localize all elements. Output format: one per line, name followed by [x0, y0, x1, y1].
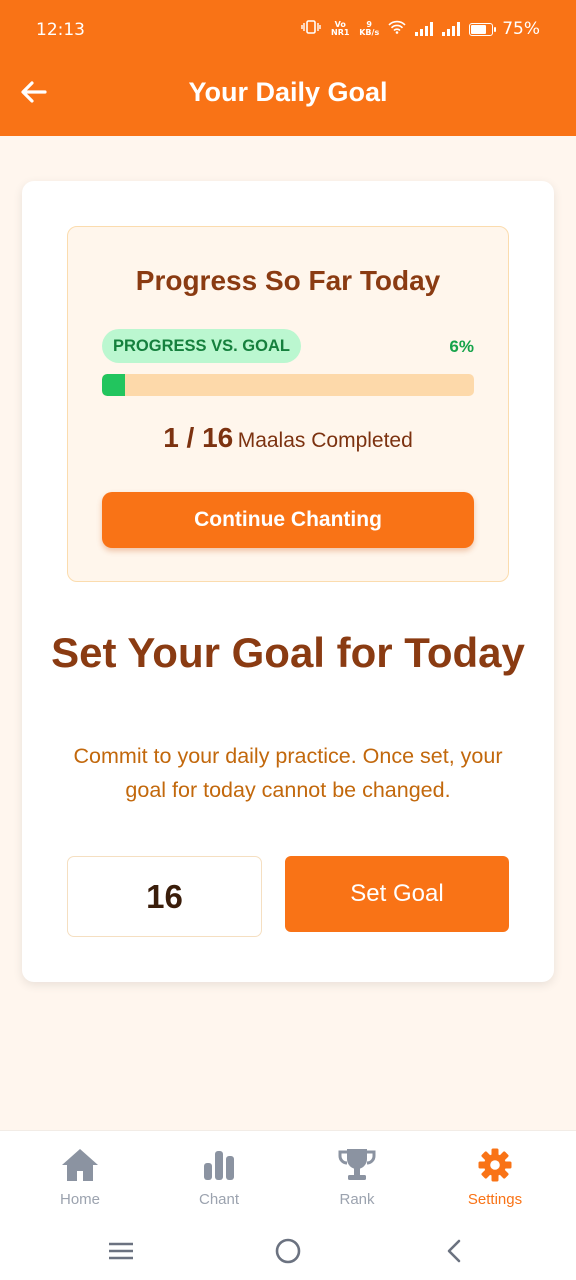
- nav-chant[interactable]: Chant: [159, 1143, 279, 1208]
- progress-bar: [102, 374, 474, 396]
- set-goal-button[interactable]: Set Goal: [285, 856, 509, 932]
- nav-settings[interactable]: Settings: [435, 1143, 555, 1208]
- nav-chant-label: Chant: [198, 1191, 240, 1208]
- nav-rank[interactable]: Rank: [297, 1143, 417, 1208]
- maalas-count-value: 1 / 16: [163, 422, 234, 453]
- network-badge: Vo NR1: [331, 20, 350, 37]
- nav-home[interactable]: Home: [20, 1143, 140, 1208]
- progress-vs-goal-badge: PROGRESS VS. GOAL: [102, 329, 301, 363]
- data-speed-unit: KB/s: [359, 28, 380, 37]
- page-title: Your Daily Goal: [188, 77, 388, 107]
- status-icons: Vo NR1 9 KB/s 75%: [301, 19, 540, 39]
- battery-icon: [469, 22, 497, 36]
- nav-rank-label: Rank: [339, 1191, 375, 1208]
- vibrate-icon: [301, 20, 321, 38]
- system-nav-bar: [0, 1220, 576, 1280]
- nav-settings-label: Settings: [467, 1191, 523, 1208]
- progress-panel: Progress So Far Today PROGRESS VS. GOAL …: [67, 226, 509, 582]
- progress-title: Progress So Far Today: [135, 265, 441, 296]
- bottom-nav: Home Chant Rank Settings: [0, 1130, 576, 1220]
- wifi-icon: [388, 20, 406, 38]
- trophy-icon: [297, 1143, 417, 1187]
- progress-bar-fill: [102, 374, 126, 396]
- goal-card: Progress So Far Today PROGRESS VS. GOAL …: [22, 181, 554, 982]
- maalas-count-label: Maalas Completed: [237, 429, 413, 452]
- gear-icon: [435, 1143, 555, 1187]
- status-bar: 12:13 Vo NR1 9 KB/s 75%: [0, 0, 576, 62]
- battery-percent: 75%: [502, 19, 540, 39]
- data-speed: 9 KB/s: [359, 21, 379, 37]
- home-icon: [20, 1143, 140, 1187]
- home-circle-icon[interactable]: [268, 1235, 308, 1267]
- nav-home-label: Home: [59, 1191, 100, 1208]
- signal-2-icon: [442, 22, 461, 36]
- back-chevron-icon[interactable]: [434, 1235, 474, 1267]
- continue-chanting-button[interactable]: Continue Chanting: [102, 492, 474, 548]
- signal-icon: [415, 22, 434, 36]
- goal-input[interactable]: [67, 856, 262, 937]
- chart-bars-icon: [159, 1143, 279, 1187]
- app-bar: Your Daily Goal: [0, 62, 576, 136]
- progress-percent: 6%: [449, 337, 474, 356]
- maalas-count: 1 / 16 Maalas Completed: [68, 422, 508, 454]
- set-goal-description: Commit to your daily practice. Once set,…: [73, 744, 503, 802]
- status-time: 12:13: [36, 20, 85, 40]
- set-goal-heading: Set Your Goal for Today: [51, 629, 525, 676]
- battery-fill: [471, 24, 487, 34]
- menu-icon[interactable]: [101, 1235, 141, 1267]
